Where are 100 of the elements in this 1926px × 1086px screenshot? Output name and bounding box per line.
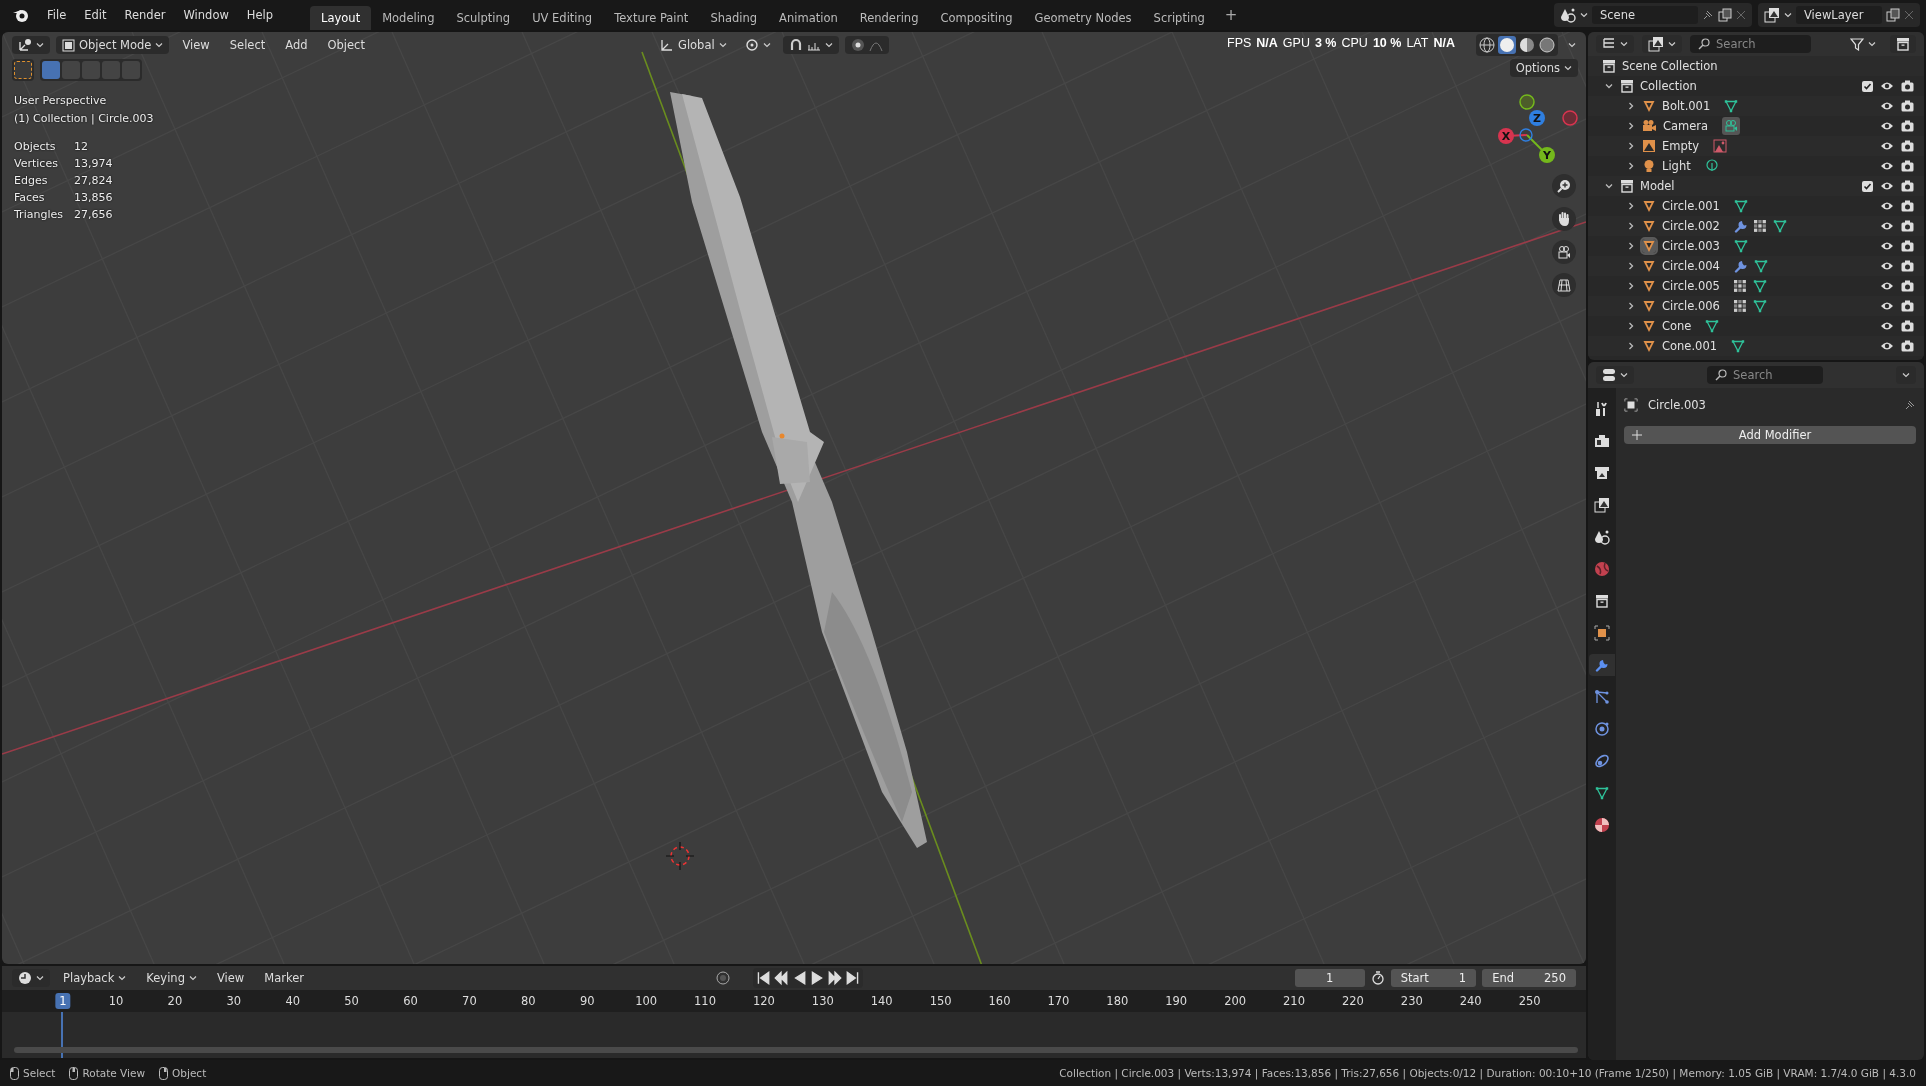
workspace-tab[interactable]: Shading <box>699 6 769 30</box>
record-icon[interactable] <box>714 970 731 986</box>
workspace-tab[interactable]: Rendering <box>848 6 930 30</box>
menu-item[interactable]: View <box>175 36 217 54</box>
camera-icon[interactable] <box>1901 280 1914 292</box>
workspace-tab[interactable]: Animation <box>768 6 849 30</box>
workspace-tab[interactable]: Modeling <box>371 6 446 30</box>
menu-item[interactable]: Marker <box>257 969 311 987</box>
axis-gizmo[interactable]: Z X Y <box>1482 90 1582 180</box>
workspace-tab[interactable]: Scripting <box>1142 6 1216 30</box>
menu-item[interactable]: Add <box>278 36 315 54</box>
rendered-sphere-icon[interactable] <box>1538 36 1556 54</box>
menu-item[interactable]: View <box>209 969 252 987</box>
eye-icon[interactable] <box>1880 140 1894 152</box>
solid-sphere-icon[interactable] <box>1498 36 1516 54</box>
options-dropdown[interactable]: Options <box>1509 59 1578 77</box>
checkbox[interactable] <box>1862 80 1873 92</box>
camera-icon[interactable] <box>1901 300 1914 312</box>
outliner-row[interactable]: Circle.003 <box>1588 236 1924 256</box>
outliner-row[interactable]: Collection <box>1588 76 1924 96</box>
pin-icon[interactable] <box>1904 399 1916 411</box>
eye-icon[interactable] <box>1880 320 1894 332</box>
menu-item[interactable]: Keying <box>139 969 204 987</box>
pin-icon[interactable] <box>1702 9 1714 21</box>
close-icon[interactable] <box>1736 10 1746 20</box>
search-field[interactable]: Search <box>1707 366 1823 384</box>
material-sphere-icon[interactable] <box>1518 36 1536 54</box>
jump-end-icon[interactable] <box>844 970 861 986</box>
menu-item[interactable]: File <box>38 5 76 25</box>
workspace-tab[interactable]: UV Editing <box>521 6 604 30</box>
workspace-tab[interactable]: Compositing <box>929 6 1024 30</box>
outliner-row[interactable]: Circle.001 <box>1588 196 1924 216</box>
camera-icon[interactable] <box>1901 260 1914 272</box>
display-mode-button[interactable] <box>1596 35 1634 53</box>
workspace-tab[interactable]: Layout <box>310 6 372 30</box>
eye-icon[interactable] <box>1880 200 1894 212</box>
camera-view-button[interactable] <box>1552 240 1576 264</box>
app-logo-icon[interactable] <box>12 7 30 23</box>
camera-icon[interactable] <box>1901 140 1914 152</box>
outliner-row[interactable]: Light <box>1588 156 1924 176</box>
frame-ruler[interactable]: 1 10 20 30 40 50 60 70 80 90 100 110 120 130 140 150 160 170 180 190 200 210 220 230 240 250 <box>2 990 1586 1012</box>
camera-icon[interactable] <box>1901 180 1914 192</box>
current-frame-field[interactable]: 1 <box>1294 969 1365 987</box>
outliner-row[interactable]: Cone <box>1588 316 1924 336</box>
workspace-tab[interactable]: Texture Paint <box>603 6 700 30</box>
search-field[interactable]: Search <box>1690 35 1811 53</box>
workspace-tab[interactable]: Geometry Nodes <box>1023 6 1143 30</box>
menu-item[interactable]: Window <box>174 5 238 25</box>
view-layer-selector[interactable]: ViewLayer <box>1758 3 1920 27</box>
camera-icon[interactable] <box>1901 80 1914 92</box>
camera-icon[interactable] <box>1901 340 1914 352</box>
editor-type-button[interactable] <box>1596 366 1634 384</box>
close-icon[interactable] <box>1904 10 1914 20</box>
camera-icon[interactable] <box>1901 320 1914 332</box>
camera-icon[interactable] <box>1901 240 1914 252</box>
scene-name[interactable]: Scene <box>1592 6 1698 24</box>
workspace-tab[interactable]: Sculpting <box>445 6 522 30</box>
eye-icon[interactable] <box>1880 80 1894 92</box>
menu-item[interactable]: Edit <box>75 5 116 25</box>
menu-item[interactable]: Render <box>115 5 175 25</box>
camera-icon[interactable] <box>1901 100 1914 112</box>
eye-icon[interactable] <box>1880 300 1894 312</box>
outliner-row[interactable]: Camera <box>1588 116 1924 136</box>
pan-button[interactable] <box>1552 207 1576 231</box>
scene-selector[interactable]: Scene <box>1554 3 1752 27</box>
eye-icon[interactable] <box>1880 220 1894 232</box>
snap-dropdown[interactable] <box>782 36 839 54</box>
eye-icon[interactable] <box>1880 260 1894 272</box>
mode-dropdown[interactable]: Object Mode <box>56 36 170 54</box>
eye-icon[interactable] <box>1880 180 1894 192</box>
scrollbar[interactable] <box>14 1047 1578 1053</box>
add-modifier-button[interactable]: Add Modifier <box>1624 426 1916 444</box>
start-frame-field[interactable]: Start 1 <box>1390 969 1477 987</box>
menu-item[interactable]: Playback <box>56 969 134 987</box>
eye-icon[interactable] <box>1880 120 1894 132</box>
view-layer-name[interactable]: ViewLayer <box>1796 6 1882 24</box>
add-workspace-button[interactable]: + <box>1215 3 1247 27</box>
camera-icon[interactable] <box>1901 220 1914 232</box>
eye-icon[interactable] <box>1880 340 1894 352</box>
wireframe-sphere-icon[interactable] <box>1478 36 1496 54</box>
eye-icon[interactable] <box>1880 160 1894 172</box>
outliner-row[interactable]: Circle.005 <box>1588 276 1924 296</box>
zoom-button[interactable] <box>1552 174 1576 198</box>
copy-icon[interactable] <box>1886 8 1900 22</box>
menu-item[interactable]: Help <box>237 5 283 25</box>
camera-icon[interactable] <box>1901 120 1914 132</box>
eye-icon[interactable] <box>1880 240 1894 252</box>
select-tool-button[interactable] <box>14 61 32 79</box>
menu-item[interactable]: Object <box>320 36 372 54</box>
options-dropdown[interactable] <box>1896 366 1916 384</box>
editor-type-button[interactable] <box>12 36 50 54</box>
eye-icon[interactable] <box>1880 280 1894 292</box>
eye-icon[interactable] <box>1880 100 1894 112</box>
end-frame-field[interactable]: End 250 <box>1482 969 1576 987</box>
copy-icon[interactable] <box>1718 8 1732 22</box>
projection-button[interactable] <box>1552 273 1576 297</box>
proportional-edit-button[interactable] <box>844 36 889 54</box>
new-collection-button[interactable] <box>1890 35 1916 53</box>
next-keyframe-icon[interactable] <box>826 970 843 986</box>
menu-item[interactable]: Select <box>222 36 273 54</box>
